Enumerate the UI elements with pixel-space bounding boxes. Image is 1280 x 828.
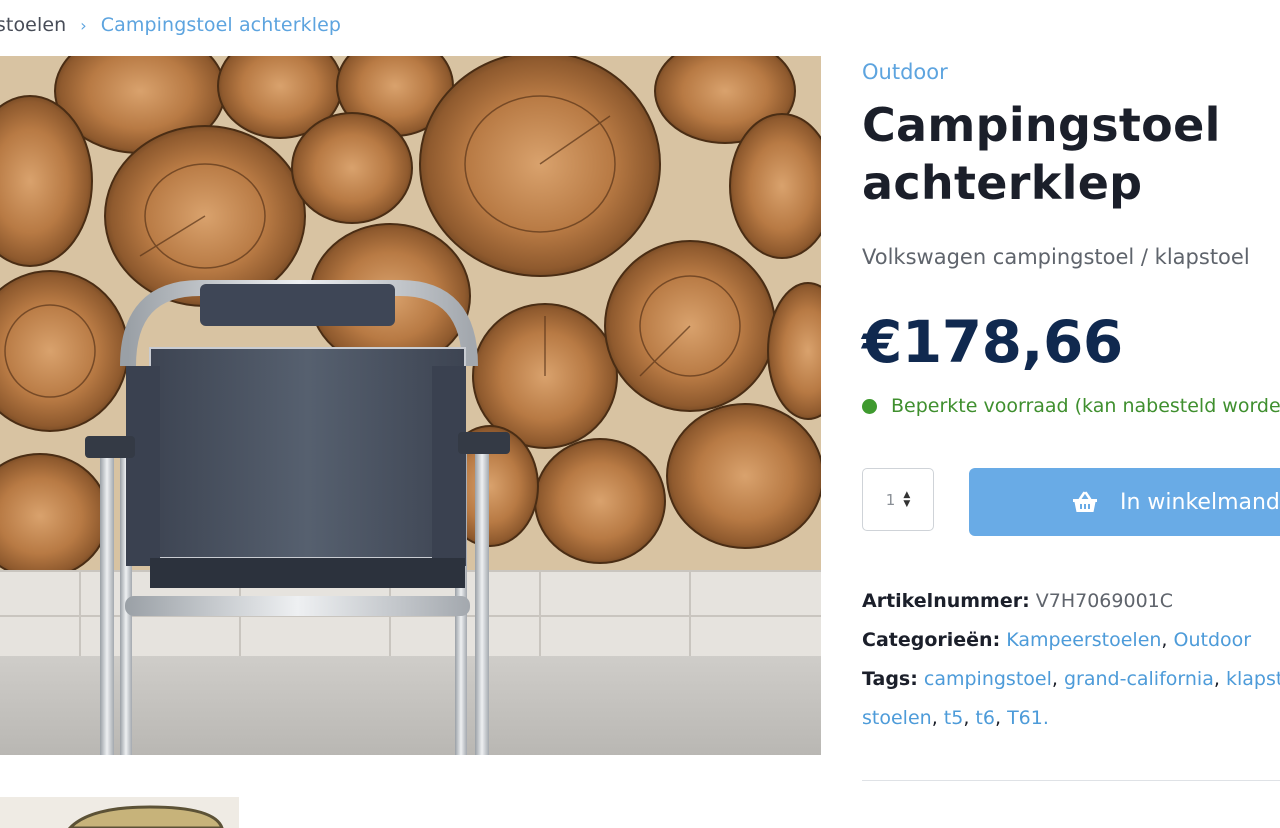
product-summary: Outdoor Campingstoel achterklep Volkswag… bbox=[862, 0, 1280, 828]
product-title: Campingstoel achterklep bbox=[862, 98, 1221, 210]
chevron-right-icon: › bbox=[80, 15, 87, 35]
breadcrumb-parent-link[interactable]: rstoelen bbox=[0, 14, 66, 36]
categories-row: Categorieën: Kampeerstoelen, Outdoor bbox=[862, 629, 1252, 651]
product-subtitle: Volkswagen campingstoel / klapstoel bbox=[862, 245, 1250, 269]
section-divider bbox=[862, 780, 1280, 781]
categories-label: Categorieën: bbox=[862, 629, 1001, 651]
spinner-arrows-icon[interactable]: ▲ ▼ bbox=[903, 490, 910, 509]
tags-row: Tags: campingstoel, grand-california, kl… bbox=[862, 668, 1280, 707]
stock-status: Beperkte voorraad (kan nabesteld worden) bbox=[862, 395, 1280, 417]
product-thumbnail[interactable] bbox=[0, 797, 239, 828]
stock-status-text: Beperkte voorraad (kan nabesteld worden) bbox=[891, 395, 1280, 417]
tag-link[interactable]: campingstoel bbox=[924, 668, 1052, 690]
category-link[interactable]: Outdoor bbox=[1174, 629, 1252, 651]
sku-row: Artikelnummer: V7H7069001C bbox=[862, 590, 1280, 629]
quantity-value[interactable]: 1 bbox=[886, 491, 896, 509]
category-link[interactable]: Kampeerstoelen bbox=[1006, 629, 1161, 651]
tag-link[interactable]: stoelen bbox=[862, 707, 932, 729]
add-to-cart-button[interactable]: In winkelmand bbox=[969, 468, 1280, 536]
product-meta: Artikelnummer: V7H7069001C Categorieën: … bbox=[862, 590, 1280, 746]
tag-link[interactable]: T61. bbox=[1007, 707, 1049, 729]
basket-icon bbox=[1072, 491, 1098, 513]
quantity-stepper[interactable]: 1 ▲ ▼ bbox=[862, 468, 934, 531]
tags-label: Tags: bbox=[862, 668, 918, 690]
tag-link[interactable]: klapstoelen bbox=[1226, 668, 1280, 690]
sku-label: Artikelnummer: bbox=[862, 590, 1030, 612]
tag-link[interactable]: t6 bbox=[975, 707, 995, 729]
tag-link[interactable]: t5 bbox=[944, 707, 964, 729]
breadcrumb: rstoelen › Campingstoel achterklep bbox=[0, 12, 341, 38]
status-dot-icon bbox=[862, 398, 877, 414]
tag-link[interactable]: grand-california bbox=[1064, 668, 1214, 690]
sku-value: V7H7069001C bbox=[1035, 590, 1174, 612]
product-category-link[interactable]: Outdoor bbox=[862, 60, 948, 84]
add-to-cart-label: In winkelmand bbox=[1120, 489, 1280, 515]
product-main-image[interactable] bbox=[0, 56, 821, 755]
product-price: €178,66 bbox=[862, 308, 1123, 376]
breadcrumb-current: Campingstoel achterklep bbox=[100, 14, 342, 36]
tags-row-continued: stoelen, t5, t6, T61. bbox=[862, 707, 1049, 729]
